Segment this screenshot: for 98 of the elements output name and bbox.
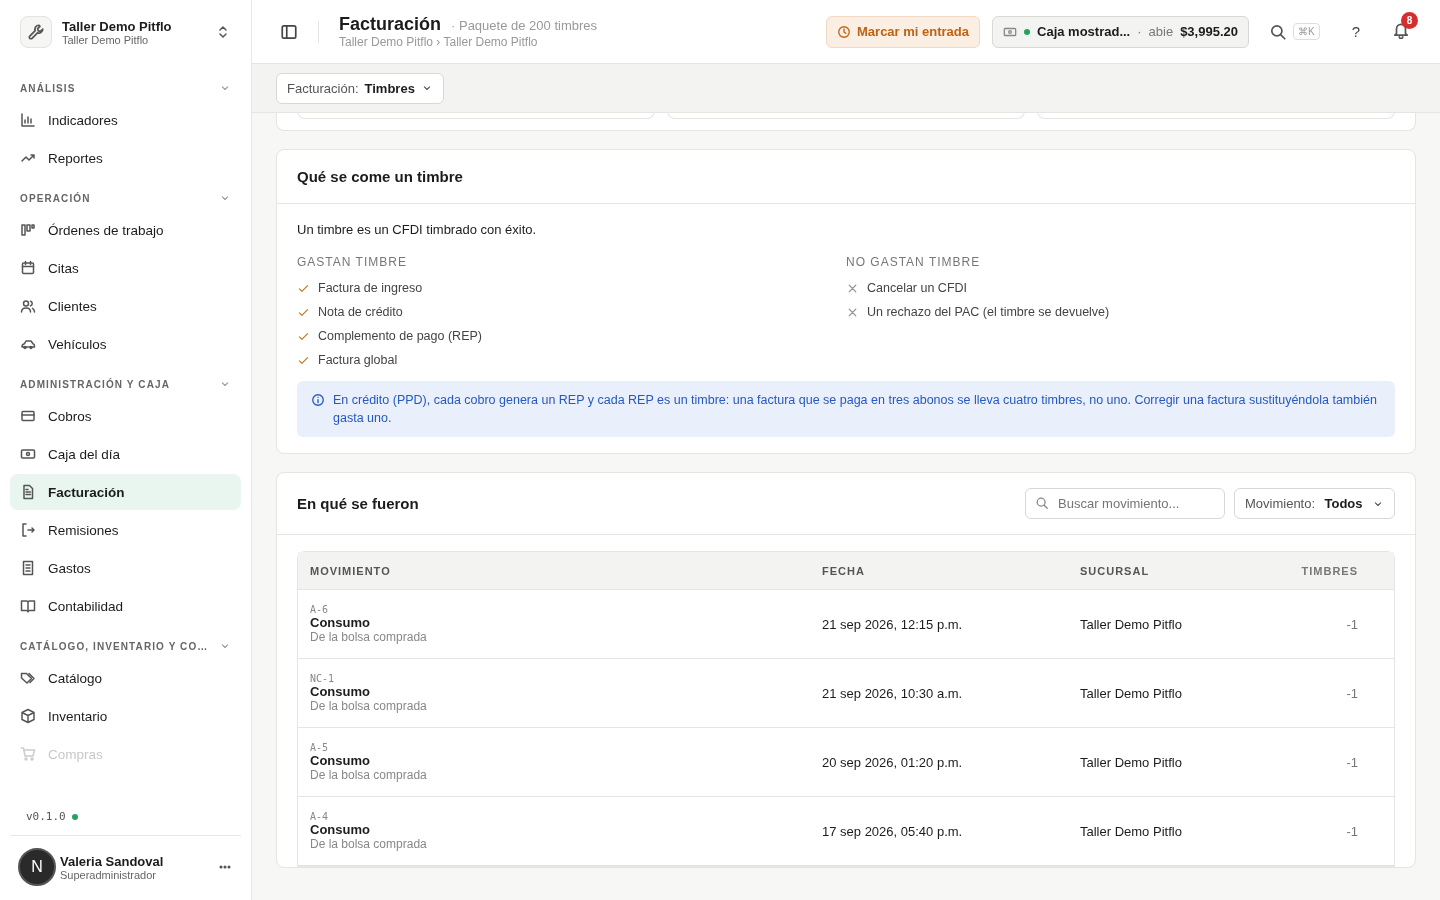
user-role: Superadministrador (60, 868, 157, 881)
movement-code: A-4 (310, 811, 330, 823)
nav-item[interactable]: Catálogo (10, 660, 241, 696)
card-title: Qué se come un timbre (297, 168, 463, 185)
search-icon (1269, 22, 1287, 41)
movement-detail: De la bolsa comprada (310, 630, 428, 645)
nav-item[interactable]: Remisiones (10, 512, 241, 548)
table-cell: Taller Demo Pitflo (1080, 685, 1182, 701)
cash-register-button[interactable]: Caja mostrad... · abie $3,995.20 (992, 15, 1249, 48)
card-title: En qué se fueron (297, 495, 420, 513)
table-cell: -1 (1346, 754, 1358, 770)
cash-icon (20, 446, 36, 462)
box-icon (20, 708, 36, 724)
user-avatar: N (18, 848, 56, 886)
column-header: FECHA (822, 564, 865, 577)
breadcrumb: Taller Demo Pitflo › Taller Demo Pitflo (339, 35, 539, 49)
movement-code: A-6 (310, 604, 330, 616)
clock-icon (837, 24, 851, 39)
movement-code: A-5 (310, 742, 330, 754)
nav-item[interactable]: Caja del día (10, 436, 241, 472)
search-icon (1035, 496, 1049, 511)
info-icon (311, 393, 325, 407)
nav-item[interactable]: Inventario (10, 698, 241, 734)
table-cell: 21 sep 2026, 12:15 p.m. (822, 616, 963, 632)
list-item: Factura de ingreso (318, 281, 423, 295)
search-field[interactable]: Buscar movimiento... (1025, 488, 1225, 520)
grid-icon (20, 222, 36, 238)
cart-icon (20, 746, 36, 762)
table-cell: Taller Demo Pitflo (1080, 823, 1182, 839)
list-item: Factura global (318, 353, 398, 367)
tag-icon (20, 670, 36, 686)
movement-detail: De la bolsa comprada (310, 699, 428, 714)
shortcut-key: ⌘K (1293, 23, 1320, 40)
column-header: MOVIMIENTO (310, 564, 391, 577)
movement-title: Consumo (310, 684, 371, 700)
wrench-icon (27, 23, 45, 41)
status-dot (71, 813, 78, 820)
nav-item[interactable]: Indicadores (10, 102, 241, 138)
nav-item[interactable]: Gastos (10, 550, 241, 586)
document-icon (20, 484, 36, 500)
nav-item[interactable]: Contabilidad (10, 588, 241, 624)
column-heading: GASTAN TIMBRE (297, 255, 408, 269)
table-cell: -1 (1346, 823, 1358, 839)
movement-detail: De la bolsa comprada (310, 837, 428, 852)
user-name: Valeria Sandoval (60, 853, 165, 869)
list-item: Cancelar un CFDI (867, 281, 968, 295)
movement-title: Consumo (310, 822, 371, 838)
nav-item[interactable]: Cobros (10, 398, 241, 434)
list-item: Complemento de pago (REP) (318, 329, 482, 343)
column-header: TIMBRES (1301, 564, 1358, 577)
table-cell: Taller Demo Pitflo (1080, 754, 1182, 770)
workspace-logo[interactable] (20, 16, 52, 48)
table-cell: 21 sep 2026, 10:30 a.m. (822, 685, 963, 701)
table-cell: Taller Demo Pitflo (1080, 616, 1182, 632)
nav-item[interactable]: Citas (10, 250, 241, 286)
page-title: Facturación (339, 14, 442, 35)
workspace-subtitle: Taller Demo Pitflo (62, 33, 150, 46)
list-item: Un rechazo del PAC (el timbre se devuelve) (867, 305, 1110, 319)
chart-icon (20, 112, 36, 128)
sidebar-toggle-icon (280, 22, 298, 41)
version-label: v0.1.0 (26, 810, 66, 823)
nav-item[interactable]: Vehículos (10, 326, 241, 362)
nav-item[interactable]: Reportes (10, 140, 241, 176)
nav-item[interactable]: Facturación (10, 474, 241, 510)
notification-badge: 8 (1401, 12, 1418, 29)
column-header: SUCURSAL (1080, 564, 1150, 577)
people-icon (20, 298, 36, 314)
table-cell: 20 sep 2026, 01:20 p.m. (822, 754, 963, 770)
movement-detail: De la bolsa comprada (310, 768, 428, 783)
card-icon (20, 408, 36, 424)
table-cell: 17 sep 2026, 05:40 p.m. (822, 823, 963, 839)
export-icon (20, 522, 36, 538)
nav-item[interactable]: Órdenes de trabajo (10, 212, 241, 248)
movement-code: NC-1 (310, 673, 336, 685)
column-heading: NO GASTAN TIMBRE (846, 255, 982, 269)
calendar-icon (20, 260, 36, 276)
movement-filter[interactable]: Movimiento: Todos (1234, 488, 1395, 520)
intro-text: Un timbre es un CFDI timbrado con éxito. (297, 222, 538, 237)
help-button[interactable]: ? (1345, 22, 1366, 41)
section-title: ADMINISTRACIÓN Y CAJA (20, 378, 170, 390)
section-title: OPERACIÓN (20, 192, 91, 204)
section-title: ANÁLISIS (20, 82, 76, 94)
table-cell: -1 (1346, 616, 1358, 632)
separator: · (1137, 24, 1142, 39)
status-dot (1024, 28, 1030, 35)
receipt-icon (20, 560, 36, 576)
workspace-name: Taller Demo Pitflo (62, 18, 173, 34)
table-cell: -1 (1346, 685, 1358, 701)
movement-title: Consumo (310, 615, 371, 631)
book-icon (20, 598, 36, 614)
section-filter[interactable]: Facturación: Timbres (276, 72, 444, 104)
note-text: En crédito (PPD), cada cobro genera un REP y cada REP es un timbre: una factura que se paga en tres abonos se lleva cuatro timbres, no uno. Corregir una factura sustituyéndola también gasta uno. (333, 392, 1378, 428)
section-title: CATÁLOGO, INVENTARIO Y CO… (20, 640, 209, 652)
list-item: Nota de crédito (318, 305, 403, 319)
nav-item[interactable]: Clientes (10, 288, 241, 324)
movement-title: Consumo (310, 753, 371, 769)
clock-in-button[interactable]: Marcar mi entrada (826, 15, 980, 48)
page-subtitle: · Paquete de 200 timbres (451, 18, 597, 33)
